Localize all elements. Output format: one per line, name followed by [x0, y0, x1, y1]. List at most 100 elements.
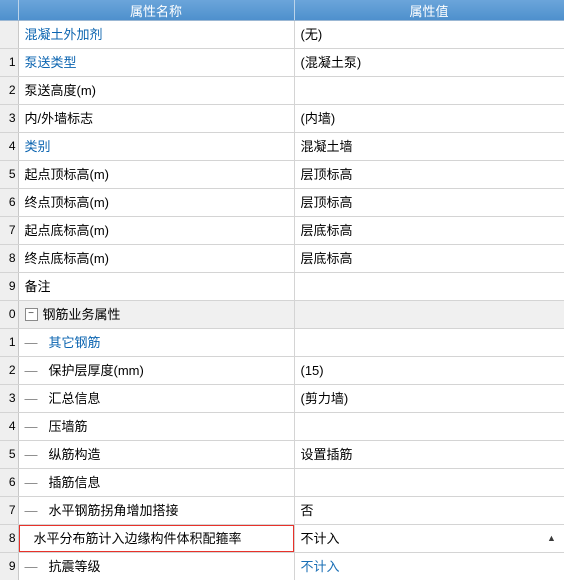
property-name-cell[interactable]: 泵送类型 — [18, 48, 295, 77]
property-name-label: 混凝土外加剂 — [24, 27, 103, 42]
property-value-label: (15) — [300, 363, 324, 378]
table-row[interactable]: 8 水平分布筋计入边缘构件体积配箍率 不计入 ▲ — [0, 524, 564, 553]
property-value-cell[interactable] — [294, 76, 564, 105]
property-name-label: 汇总信息 — [48, 391, 101, 406]
property-value-cell[interactable] — [294, 412, 564, 441]
property-value-cell[interactable]: 不计入 ▲ — [294, 524, 564, 553]
property-name-label: 其它钢筋 — [48, 335, 101, 350]
property-name-label: 起点底标高(m) — [24, 223, 110, 238]
property-name-content: 混凝土外加剂 — [25, 27, 103, 42]
property-name-cell[interactable]: − 钢筋业务属性 — [18, 300, 295, 329]
property-name-content: — 纵筋构造 — [25, 447, 101, 462]
property-name-content: 泵送类型 — [25, 55, 77, 70]
table-row[interactable]: 混凝土外加剂 (无) — [0, 20, 564, 49]
grid-header: 属性名称 属性值 — [0, 0, 564, 21]
row-index — [0, 20, 19, 49]
row-index: 2 — [0, 356, 19, 385]
property-value-cell[interactable] — [294, 300, 564, 329]
table-row[interactable]: 3 内/外墙标志 (内墙) — [0, 104, 564, 133]
property-value-cell[interactable]: (15) — [294, 356, 564, 385]
property-value-label: 设置插筋 — [300, 447, 353, 462]
property-value-cell[interactable]: (剪力墙) — [294, 384, 564, 413]
property-grid: 属性名称 属性值 混凝土外加剂 (无) 1 泵送类型 (混凝土泵) 2 泵送高度(m) 3 内/… — [0, 0, 564, 580]
property-value-cell[interactable]: 层顶标高 — [294, 188, 564, 217]
property-name-cell[interactable]: 混凝土外加剂 — [18, 20, 295, 49]
row-index: 7 — [0, 216, 19, 245]
property-name-cell[interactable]: — 纵筋构造 — [18, 440, 295, 469]
property-name-label: 终点底标高(m) — [24, 251, 110, 266]
table-row[interactable]: 0− 钢筋业务属性 — [0, 300, 564, 329]
property-value-cell[interactable] — [294, 468, 564, 497]
dropdown-option[interactable]: 不计入 — [301, 559, 340, 574]
property-value-cell[interactable]: (内墙) — [294, 104, 564, 133]
property-value-cell[interactable]: 不计入 — [294, 552, 564, 580]
row-index: 0 — [0, 300, 19, 329]
property-name-cell[interactable]: 类别 — [18, 132, 295, 161]
expander-collapse-icon[interactable]: − — [24, 308, 38, 322]
property-name-cell[interactable]: — 压墙筋 — [18, 412, 295, 441]
table-row[interactable]: 6 终点顶标高(m) 层顶标高 — [0, 188, 564, 217]
property-value-label: 层底标高 — [300, 251, 353, 266]
row-index: 3 — [0, 104, 19, 133]
property-value-label: (无) — [300, 27, 323, 42]
table-row[interactable]: 7 — 水平钢筋拐角增加搭接 否 — [0, 496, 564, 525]
property-name-cell[interactable]: 内/外墙标志 — [18, 104, 295, 133]
table-row[interactable]: 1 — 其它钢筋 — [0, 328, 564, 357]
property-name-cell[interactable]: — 汇总信息 — [18, 384, 295, 413]
table-row[interactable]: 6 — 插筋信息 — [0, 468, 564, 497]
table-row[interactable]: 5 — 纵筋构造 设置插筋 — [0, 440, 564, 469]
property-name-cell[interactable]: 泵送高度(m) — [18, 76, 295, 105]
property-name-cell[interactable]: — 水平钢筋拐角增加搭接 — [18, 496, 295, 525]
property-value-cell[interactable]: 混凝土墙 — [294, 132, 564, 161]
table-row[interactable]: 4 类别 混凝土墙 — [0, 132, 564, 161]
table-row[interactable]: 8 终点底标高(m) 层底标高 — [0, 244, 564, 273]
property-value-cell[interactable]: 设置插筋 — [294, 440, 564, 469]
property-name-label: 泵送高度(m) — [24, 83, 97, 98]
chevron-up-icon[interactable]: ▲ — [544, 525, 560, 552]
property-value-cell[interactable]: (混凝土泵) — [294, 48, 564, 77]
property-name-cell[interactable]: — 抗震等级 — [18, 552, 295, 580]
property-name-label: 钢筋业务属性 — [42, 307, 121, 322]
property-value-cell[interactable]: 否 — [294, 496, 564, 525]
property-name-cell[interactable]: — 其它钢筋 — [18, 328, 295, 357]
property-name-cell[interactable]: 终点顶标高(m) — [18, 188, 295, 217]
property-value-cell[interactable] — [294, 328, 564, 357]
table-row[interactable]: 9 备注 — [0, 272, 564, 301]
property-name-content: 内/外墙标志 — [25, 111, 94, 126]
property-value-cell[interactable] — [294, 272, 564, 301]
property-name-cell[interactable]: 终点底标高(m) — [18, 244, 295, 273]
table-row[interactable]: 9 — 抗震等级 不计入 — [0, 552, 564, 580]
table-row[interactable]: 7 起点底标高(m) 层底标高 — [0, 216, 564, 245]
row-index: 3 — [0, 384, 19, 413]
property-value-cell[interactable]: 层顶标高 — [294, 160, 564, 189]
tree-branch-icon: — — [24, 447, 38, 462]
table-row[interactable]: 2 泵送高度(m) — [0, 76, 564, 105]
property-name-label: 起点顶标高(m) — [24, 167, 110, 182]
property-name-cell[interactable]: 水平分布筋计入边缘构件体积配箍率 — [18, 524, 295, 553]
tree-branch-icon: — — [24, 391, 38, 406]
property-value-label: 不计入 — [300, 531, 340, 546]
row-index: 4 — [0, 132, 19, 161]
property-name-label: 插筋信息 — [48, 475, 101, 490]
property-name-label: 水平钢筋拐角增加搭接 — [48, 503, 179, 518]
table-row[interactable]: 3 — 汇总信息 (剪力墙) — [0, 384, 564, 413]
property-name-content: — 其它钢筋 — [25, 335, 101, 350]
property-name-cell[interactable]: — 保护层厚度(mm) — [18, 356, 295, 385]
row-index: 9 — [0, 272, 19, 301]
property-name-content: 类别 — [25, 139, 51, 154]
property-name-cell[interactable]: — 插筋信息 — [18, 468, 295, 497]
property-value-cell[interactable]: (无) — [294, 20, 564, 49]
property-name-cell[interactable]: 备注 — [18, 272, 295, 301]
table-row[interactable]: 2 — 保护层厚度(mm) (15) — [0, 356, 564, 385]
table-row[interactable]: 4 — 压墙筋 — [0, 412, 564, 441]
property-name-content: — 汇总信息 — [25, 391, 101, 406]
property-value-cell[interactable]: 层底标高 — [294, 216, 564, 245]
property-value-label: 层顶标高 — [300, 195, 353, 210]
table-row[interactable]: 1 泵送类型 (混凝土泵) — [0, 48, 564, 77]
property-value-cell[interactable]: 层底标高 — [294, 244, 564, 273]
row-index: 4 — [0, 412, 19, 441]
property-name-cell[interactable]: 起点底标高(m) — [18, 216, 295, 245]
table-row[interactable]: 5 起点顶标高(m) 层顶标高 — [0, 160, 564, 189]
property-name-cell[interactable]: 起点顶标高(m) — [18, 160, 295, 189]
property-name-edit-box[interactable]: 水平分布筋计入边缘构件体积配箍率 — [18, 525, 293, 552]
